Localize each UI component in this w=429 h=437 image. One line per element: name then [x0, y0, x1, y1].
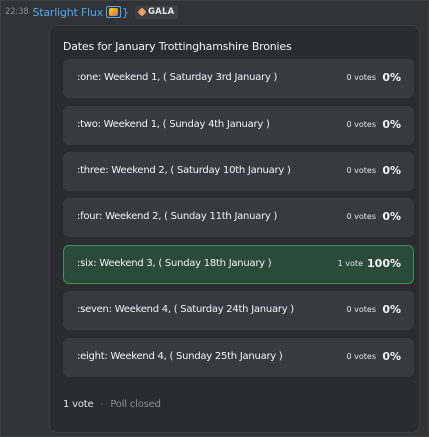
- poll-option-label: :seven: Weekend 4, ( Saturday 24th Janua…: [77, 304, 294, 315]
- poll-option[interactable]: :four: Weekend 2, ( Sunday 11th January …: [63, 198, 414, 237]
- poll-option-label: :six: Weekend 3, ( Sunday 18th January ): [77, 258, 272, 269]
- poll-option-votes: 0 votes: [346, 305, 377, 314]
- poll-option-label: :two: Weekend 1, ( Sunday 4th January ): [77, 119, 270, 130]
- message-timestamp: 22:38: [5, 7, 29, 17]
- poll-option[interactable]: :three: Weekend 2, ( Saturday 10th Janua…: [63, 152, 414, 191]
- guild-tag-label: GALA: [148, 7, 175, 17]
- gala-badge-icon: [137, 7, 147, 17]
- poll-option-percent: 0%: [382, 350, 401, 363]
- author-name-suffix: }: [122, 5, 129, 19]
- poll-option-label: :four: Weekend 2, ( Sunday 11th January …: [77, 211, 278, 222]
- poll-option-votes: 0 votes: [346, 166, 377, 175]
- poll-option-label: :eight: Weekend 4, ( Sunday 25th January…: [77, 351, 283, 362]
- poll-option-percent: 0%: [382, 164, 401, 177]
- poll-option-votes: 0 votes: [346, 352, 377, 361]
- poll-option[interactable]: :two: Weekend 1, ( Sunday 4th January ) …: [63, 106, 414, 145]
- poll-option-selected[interactable]: :six: Weekend 3, ( Sunday 18th January )…: [63, 245, 414, 284]
- poll-option-votes: 0 votes: [346, 212, 377, 221]
- poll-option-label: :one: Weekend 1, ( Saturday 3rd January …: [77, 72, 278, 83]
- poll-option-votes: 1 vote: [337, 259, 363, 268]
- poll-option[interactable]: :seven: Weekend 4, ( Saturday 24th Janua…: [63, 291, 414, 330]
- author-name[interactable]: Starlight Flux: [33, 6, 104, 19]
- poll-option[interactable]: :one: Weekend 1, ( Saturday 3rd January …: [63, 59, 414, 98]
- footer-separator: ·: [100, 399, 104, 410]
- poll-status: Poll closed: [110, 399, 161, 410]
- rainbow-star-emoji-icon: [109, 8, 118, 16]
- guild-tag-badge[interactable]: GALA: [135, 5, 179, 19]
- author-emoji-icon: [106, 6, 121, 18]
- poll-option[interactable]: :eight: Weekend 4, ( Sunday 25th January…: [63, 338, 414, 377]
- poll-card: Dates for January Trottinghamshire Broni…: [49, 25, 420, 433]
- poll-question: Dates for January Trottinghamshire Broni…: [63, 40, 292, 53]
- poll-footer: 1 vote · Poll closed: [63, 399, 161, 410]
- poll-option-percent: 0%: [382, 71, 401, 84]
- poll-option-votes: 0 votes: [346, 120, 377, 129]
- message-header: 22:38 Starlight Flux } GALA: [5, 4, 179, 20]
- poll-option-percent: 0%: [382, 118, 401, 131]
- poll-option-percent: 0%: [382, 210, 401, 223]
- poll-total-votes: 1 vote: [63, 399, 94, 410]
- chat-message-frame: 22:38 Starlight Flux } GALA Dates for Ja…: [0, 0, 429, 437]
- poll-option-percent: 100%: [367, 257, 401, 270]
- poll-option-votes: 0 votes: [346, 73, 377, 82]
- poll-option-label: :three: Weekend 2, ( Saturday 10th Janua…: [77, 165, 291, 176]
- poll-option-percent: 0%: [382, 303, 401, 316]
